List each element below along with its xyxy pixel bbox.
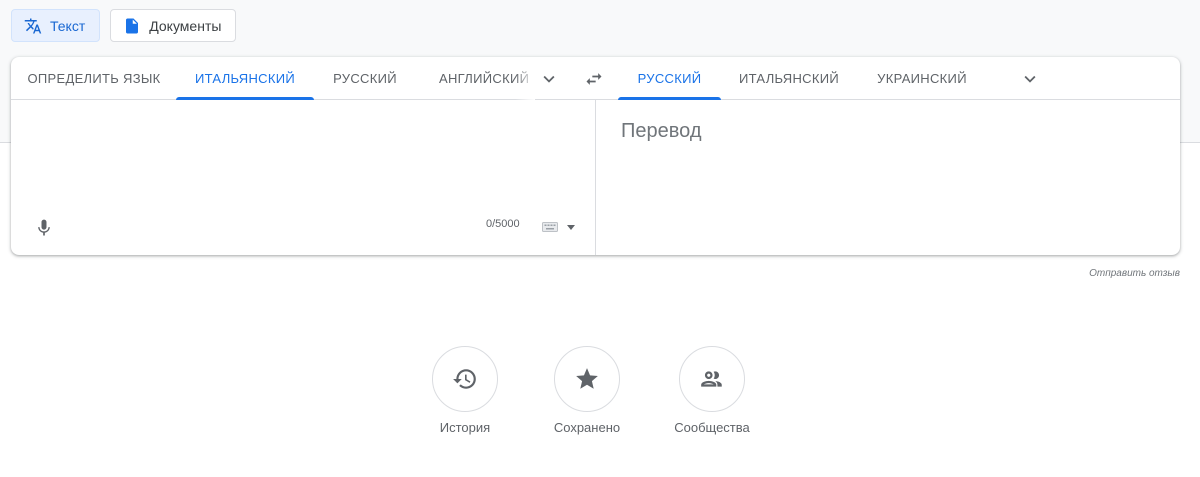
tab-target-italian[interactable]: ИТАЛЬЯНСКИЙ (721, 57, 857, 100)
community-button[interactable] (679, 346, 745, 412)
translation-output-area: Перевод (596, 100, 1180, 255)
chevron-down-icon (1019, 68, 1041, 90)
translation-card: ОПРЕДЕЛИТЬ ЯЗЫК ИТАЛЬЯНСКИЙ РУССКИЙ АНГЛ… (11, 57, 1180, 255)
star-icon (574, 366, 600, 392)
mic-icon (34, 218, 54, 238)
character-counter: 0/5000 (486, 218, 520, 230)
tab-source-italian[interactable]: ИТАЛЬЯНСКИЙ (176, 57, 314, 100)
chevron-down-icon (538, 68, 560, 90)
source-text-area[interactable]: 0/5000 (11, 100, 595, 255)
history-shortcut[interactable]: История (420, 346, 510, 435)
saved-button[interactable] (554, 346, 620, 412)
tab-target-russian[interactable]: РУССКИЙ (618, 57, 721, 100)
text-mode-label: Текст (50, 17, 86, 34)
tab-source-english[interactable]: АНГЛИЙСКИЙ (429, 57, 535, 100)
history-button[interactable] (432, 346, 498, 412)
send-feedback-link[interactable]: Отправить отзыв (1089, 268, 1180, 279)
input-tools-button[interactable] (536, 217, 580, 237)
saved-shortcut[interactable]: Сохранено (542, 346, 632, 435)
translation-placeholder: Перевод (621, 120, 702, 142)
target-more-languages-button[interactable] (1016, 66, 1044, 92)
source-more-languages-button[interactable] (535, 66, 563, 92)
documents-mode-button[interactable]: Документы (110, 9, 237, 42)
tab-source-russian[interactable]: РУССКИЙ (314, 57, 416, 100)
community-shortcut[interactable]: Сообщества (667, 346, 757, 435)
people-icon (699, 366, 725, 392)
translate-icon (24, 17, 42, 35)
tab-detect-language[interactable]: ОПРЕДЕЛИТЬ ЯЗЫК (11, 57, 177, 100)
caret-down-icon (566, 224, 575, 230)
document-icon (123, 17, 141, 35)
text-mode-button[interactable]: Текст (11, 9, 101, 42)
swap-languages-button[interactable] (579, 65, 609, 93)
keyboard-icon (541, 221, 558, 233)
mode-bar: Текст Документы (11, 9, 237, 42)
swap-icon (584, 69, 604, 89)
language-bar: ОПРЕДЕЛИТЬ ЯЗЫК ИТАЛЬЯНСКИЙ РУССКИЙ АНГЛ… (11, 57, 1180, 100)
history-label: История (439, 420, 491, 435)
voice-input-button[interactable] (31, 215, 57, 241)
saved-label: Сохранено (553, 420, 621, 435)
history-icon (452, 366, 478, 392)
tab-target-ukrainian[interactable]: УКРАИНСКИЙ (857, 57, 987, 100)
documents-mode-label: Документы (149, 17, 222, 34)
community-label: Сообщества (674, 420, 750, 435)
